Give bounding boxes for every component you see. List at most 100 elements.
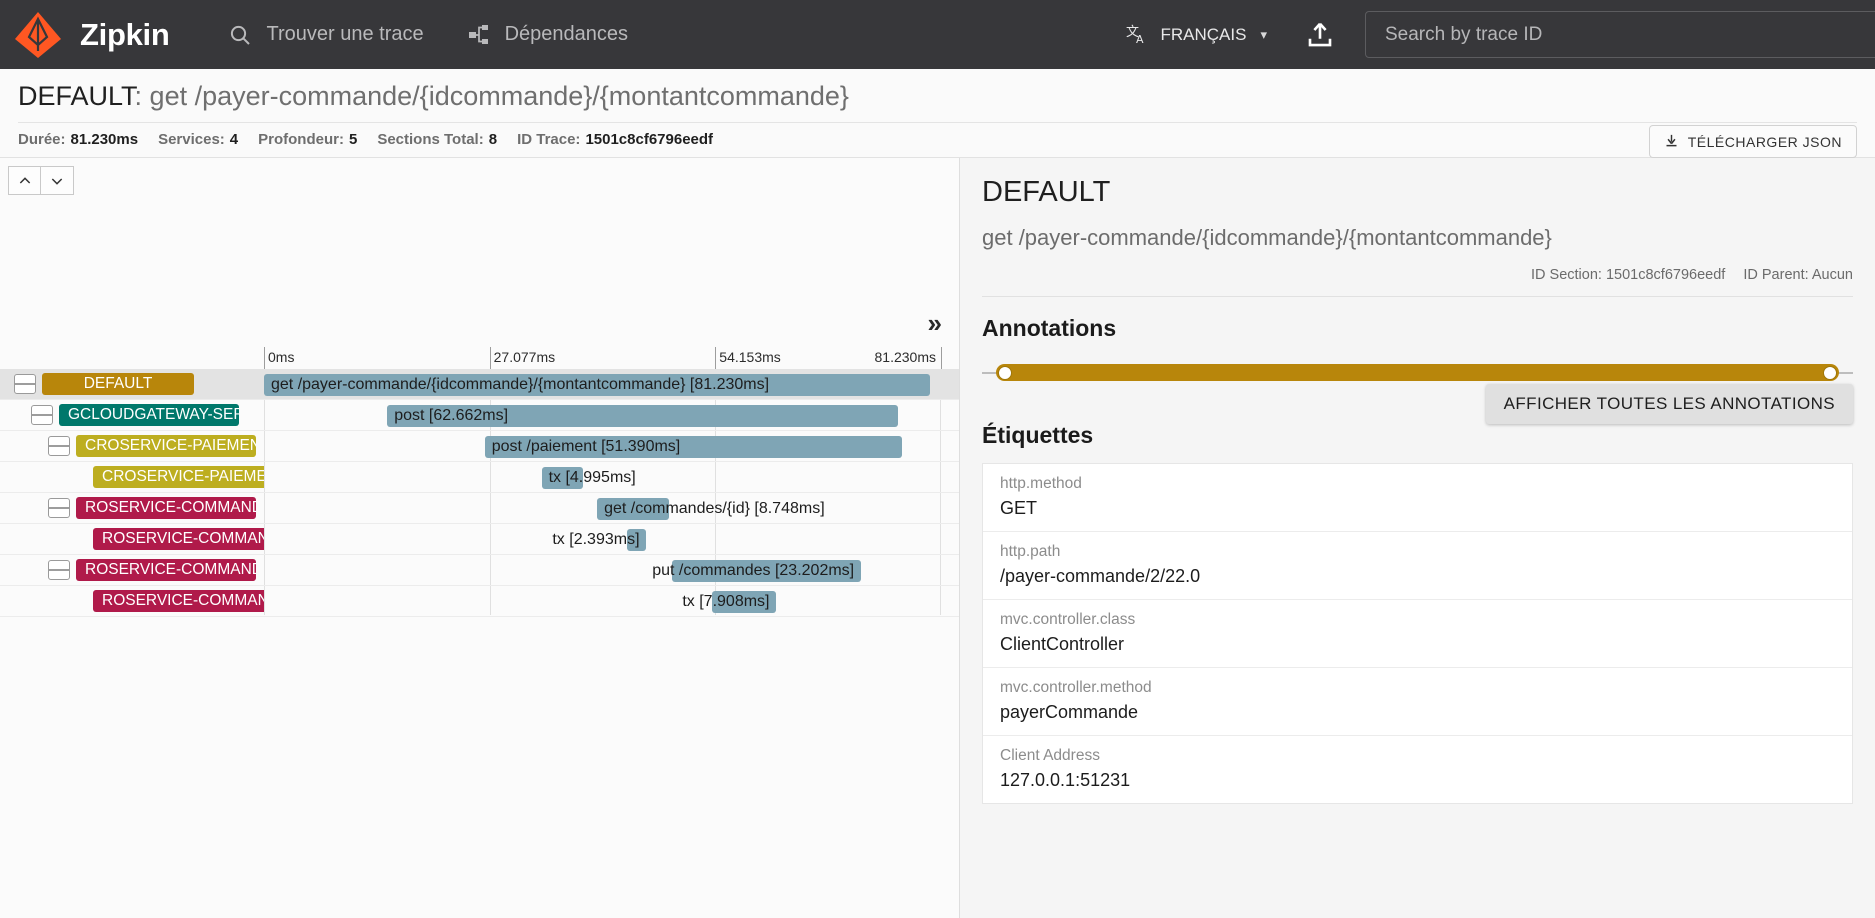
span-id-key: ID Section: <box>1531 267 1602 283</box>
tag-row: Client Address 127.0.0.1:51231 <box>983 736 1852 803</box>
collapse-all-button[interactable] <box>8 166 41 195</box>
tag-key: mvc.controller.class <box>1000 611 1136 628</box>
tag-row: http.method GET <box>983 464 1852 532</box>
span-collapse-toggle[interactable] <box>14 374 36 394</box>
span-bar-label: tx [2.393ms] <box>552 531 640 548</box>
tag-value: /payer-commande/2/22.0 <box>1000 566 1201 586</box>
span-row[interactable]: DEFAULT get /payer-commande/{idcommande}/… <box>0 369 959 400</box>
detail-span-name: get /payer-commande/{idcommande}/{montan… <box>982 225 1552 250</box>
tick-label: 81.230ms <box>874 349 936 365</box>
meta-depth-key: Profondeur: <box>258 131 344 148</box>
span-tree-cell: ROSERVICE-COMMANDE <box>0 586 264 616</box>
search-icon <box>227 22 253 48</box>
span-bar-label: get /commandes/{id} [8.748ms] <box>604 500 825 517</box>
tag-key: mvc.controller.method <box>1000 679 1152 696</box>
trace-timeline-pane: » 0ms 27.077ms 54.153ms 81.230ms DEFAULT get… <box>0 158 960 918</box>
trace-title-separator: : <box>134 81 150 111</box>
tag-row: http.path/payer-commande/2/22.0 <box>983 532 1852 600</box>
download-json-button[interactable]: TÉLÉCHARGER JSON <box>1648 125 1857 158</box>
service-name-chip: ROSERVICE-COMMANDE <box>93 590 264 612</box>
span-id-value: 1501c8cf6796eedf <box>1605 267 1726 283</box>
page-title: DEFAULT: get /payer-commande/{idcommande… <box>18 81 1857 123</box>
language-label: FRANÇAIS <box>1160 24 1247 44</box>
meta-services-key: Services: <box>158 131 225 148</box>
span-tree-cell: CROSERVICE-PAIEMENT <box>0 462 264 492</box>
expand-detail-panel-button[interactable]: » <box>928 310 942 336</box>
annotations-slider-range <box>996 364 1839 381</box>
parent-id-value: Aucun <box>1811 267 1853 283</box>
tag-value: 127.0.0.1:51231 <box>1000 770 1131 790</box>
chevron-down-icon: ▾ <box>1260 26 1267 42</box>
span-bar-label: post /paiement [51.390ms] <box>491 438 681 455</box>
span-row[interactable]: CROSERVICE-PAIEMENT post /paiement [51.39… <box>0 431 959 462</box>
download-json-label: TÉLÉCHARGER JSON <box>1687 133 1842 150</box>
span-bar-cell: put /commandes [23.202ms] <box>264 555 941 585</box>
detail-service-name: DEFAULT <box>982 176 1111 208</box>
show-all-annotations-button[interactable]: AFFICHER TOUTES LES ANNOTATIONS <box>1485 384 1853 424</box>
tick-label: 27.077ms <box>493 349 556 365</box>
span-collapse-toggle[interactable] <box>48 436 70 456</box>
service-name-chip: CROSERVICE-PAIEMENT <box>76 435 256 457</box>
trace-metadata: Durée: 81.230ms Services: 4 Profondeur: … <box>18 123 1857 158</box>
span-rows: DEFAULT get /payer-commande/{idcommande}/… <box>0 369 959 617</box>
tick-line <box>941 347 942 369</box>
nav-label-dependencies: Dépendances <box>504 23 629 45</box>
meta-depth-value: 5 <box>348 131 358 148</box>
span-tree-cell: ROSERVICE-COMMANDE <box>0 524 264 554</box>
service-name-chip: ROSERVICE-COMMANDE <box>76 559 256 581</box>
tag-row: mvc.controller.class ClientController <box>983 600 1852 668</box>
upload-json-button[interactable] <box>1303 18 1337 52</box>
meta-services-value: 4 <box>229 131 239 148</box>
tag-value: GET <box>1000 498 1038 518</box>
zipkin-logo-icon[interactable] <box>10 7 66 63</box>
service-name-chip: DEFAULT <box>42 373 194 395</box>
span-row[interactable]: CROSERVICE-PAIEMENT tx [4.995ms] <box>0 462 959 493</box>
span-row[interactable]: ROSERVICE-COMMANDE put /commandes [23.202… <box>0 555 959 586</box>
span-row[interactable]: GCLOUDGATEWAY-SERVICE post [62.662ms] <box>0 400 959 431</box>
detail-id-row: ID Section: 1501c8cf6796eedf ID Parent: … <box>982 267 1853 297</box>
span-collapse-toggle[interactable] <box>48 498 70 518</box>
brand-title[interactable]: Zipkin <box>80 17 170 53</box>
tag-value: ClientController <box>1000 634 1125 654</box>
span-collapse-toggle[interactable] <box>31 405 53 425</box>
nav-item-dependencies[interactable]: Dépendances <box>466 22 628 48</box>
chevron-up-icon <box>19 176 30 184</box>
tick-label: 54.153ms <box>719 349 781 365</box>
annotations-slider[interactable] <box>982 364 1853 382</box>
trace-id-search-box[interactable] <box>1365 11 1875 58</box>
span-collapse-toggle[interactable] <box>48 560 70 580</box>
trace-span-name: get /payer-commande/{idcommande}/{montan… <box>149 81 849 111</box>
tag-key: Client Address <box>1000 747 1100 764</box>
language-selector[interactable]: 文 A FRANÇAIS ▾ <box>1121 16 1272 54</box>
download-icon <box>1664 133 1679 151</box>
trace-service-name: DEFAULT <box>18 81 135 111</box>
tag-value: payerCommande <box>1000 702 1139 722</box>
body-split: » 0ms 27.077ms 54.153ms 81.230ms DEFAULT get… <box>0 158 1875 918</box>
header-actions: 文 A FRANÇAIS ▾ <box>1121 0 1875 69</box>
span-row[interactable]: ROSERVICE-COMMANDE tx [7.908ms] <box>0 586 959 617</box>
nav-item-find-trace[interactable]: Trouver une trace <box>227 22 424 48</box>
expand-all-button[interactable] <box>41 166 74 195</box>
span-bar-cell: tx [7.908ms] <box>264 586 941 616</box>
tags-table: http.method GET http.path/payer-commande/2… <box>982 463 1853 804</box>
service-name-chip: GCLOUDGATEWAY-SERVICE <box>59 404 239 426</box>
annotations-slider-handle-start[interactable] <box>998 366 1012 380</box>
tick-line <box>264 347 265 369</box>
tick-line <box>489 347 491 369</box>
span-tree-cell: DEFAULT <box>0 369 264 399</box>
annotations-slider-handle-end[interactable] <box>1823 366 1837 380</box>
tree-collapse-controls <box>0 158 959 195</box>
span-row[interactable]: ROSERVICE-COMMANDE tx [2.393ms] <box>0 524 959 555</box>
span-row[interactable]: ROSERVICE-COMMANDE get /commandes/{id} [8… <box>0 493 959 524</box>
main-nav: Trouver une trace Dépendances <box>227 22 628 48</box>
search-input[interactable] <box>1383 22 1867 47</box>
meta-total-spans-key: Sections Total: <box>377 131 484 148</box>
trace-header: DEFAULT: get /payer-commande/{idcommande… <box>0 69 1875 158</box>
app-header: Zipkin Trouver une trace Dépendances 文 A… <box>0 0 1875 69</box>
